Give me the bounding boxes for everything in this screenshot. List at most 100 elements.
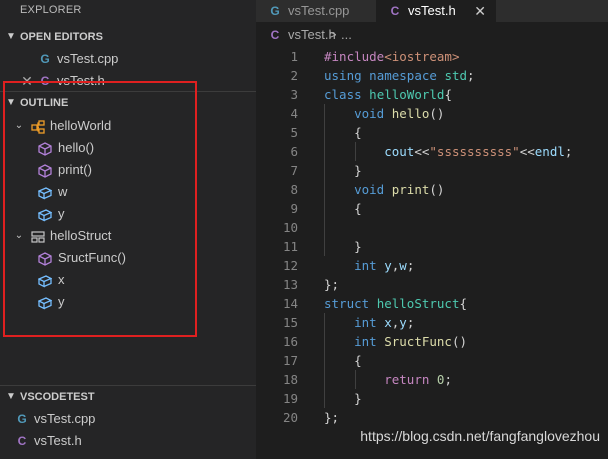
workspace-file-label: vsTest.cpp	[34, 411, 96, 426]
line-number: 13	[282, 277, 298, 292]
code-line[interactable]: void hello()	[324, 104, 444, 123]
code-line[interactable]: int x,y;	[324, 313, 414, 332]
method-icon	[38, 251, 52, 266]
line-number: 7	[290, 163, 298, 178]
outline-item-label: y	[58, 294, 65, 309]
code-line[interactable]: return 0;	[324, 370, 452, 389]
open-editor-item-vstest-cpp[interactable]: G vsTest.cpp	[0, 48, 256, 70]
breadcrumb-separator: >	[329, 27, 337, 42]
breadcrumb: C vsTest.h > ...	[256, 24, 608, 46]
close-icon[interactable]: ✕	[20, 74, 34, 88]
outline-item-y[interactable]: y	[0, 203, 256, 225]
editor-area: G vsTest.cpp C vsTest.h ✕ C vsTest.h > .…	[256, 0, 608, 459]
code-line[interactable]: class helloWorld{	[324, 85, 452, 104]
outline-item-label: hello()	[58, 140, 95, 155]
line-number: 9	[290, 201, 298, 216]
code-line[interactable]: };	[324, 275, 339, 294]
outline-item-label: helloStruct	[50, 228, 112, 243]
outline-header[interactable]: ▼ OUTLINE	[0, 92, 256, 114]
line-number: 4	[290, 106, 298, 121]
outline-item-hello[interactable]: hello()	[0, 137, 256, 159]
line-number: 17	[282, 353, 298, 368]
outline-item-label: x	[58, 272, 65, 287]
code-line[interactable]: {	[324, 199, 362, 218]
line-number: 11	[282, 239, 298, 254]
outline-item-label: y	[58, 206, 65, 221]
outline-item-print[interactable]: print()	[0, 159, 256, 181]
line-number: 2	[290, 68, 298, 83]
line-number: 10	[282, 220, 298, 235]
code-line[interactable]: {	[324, 351, 362, 370]
breadcrumb-symbol[interactable]: ...	[341, 24, 352, 46]
cpp-file-icon: G	[270, 4, 280, 18]
close-icon[interactable]: ✕	[474, 0, 486, 22]
line-number: 18	[282, 372, 298, 387]
code-line[interactable]: int y,w;	[324, 256, 414, 275]
chevron-down-icon: ▼	[6, 97, 16, 108]
outline-item-sructfunc[interactable]: SructFunc()	[0, 247, 256, 269]
outline-item-helloworld[interactable]: ⌄ helloWorld	[0, 115, 256, 137]
line-number: 6	[290, 144, 298, 159]
outline-item-label: w	[58, 184, 68, 199]
workspace-file-label: vsTest.h	[34, 433, 82, 448]
line-number: 1	[290, 49, 298, 64]
outline-item-label: helloWorld	[50, 118, 112, 133]
outline-item-x[interactable]: x	[0, 269, 256, 291]
chevron-down-icon[interactable]: ⌄	[13, 225, 25, 247]
code-line[interactable]: }	[324, 237, 362, 256]
line-number: 8	[290, 182, 298, 197]
code-line[interactable]: int SructFunc()	[324, 332, 467, 351]
outline-item-w[interactable]: w	[0, 181, 256, 203]
tab-label: vsTest.cpp	[288, 3, 350, 18]
line-number: 5	[290, 125, 298, 140]
code-line[interactable]: struct helloStruct{	[324, 294, 467, 313]
outline-item-y2[interactable]: y	[0, 291, 256, 313]
class-icon	[31, 119, 45, 134]
explorer-sidebar: EXPLORER ▼ OPEN EDITORS G vsTest.cpp ✕ C…	[0, 0, 256, 459]
open-editors-header[interactable]: ▼ OPEN EDITORS	[0, 26, 256, 48]
cpp-file-icon: G	[17, 412, 27, 426]
tab-bar: G vsTest.cpp C vsTest.h ✕	[256, 0, 608, 22]
field-icon	[37, 207, 53, 222]
method-icon	[38, 163, 52, 178]
cpp-file-icon: G	[40, 52, 50, 66]
struct-icon	[31, 229, 45, 243]
workspace-label: VSCODETEST	[20, 391, 95, 403]
c-header-file-icon: C	[270, 28, 280, 42]
chevron-down-icon[interactable]: ⌄	[13, 115, 25, 137]
outline-item-hellostruct[interactable]: ⌄ helloStruct	[0, 225, 256, 247]
field-icon	[37, 185, 53, 200]
open-editor-label: vsTest.h	[57, 73, 105, 88]
code-line[interactable]: }	[324, 389, 362, 408]
line-number: 19	[282, 391, 298, 406]
code-line[interactable]: void print()	[324, 180, 444, 199]
outline-label: OUTLINE	[20, 97, 69, 109]
workspace-file-vstest-h[interactable]: C vsTest.h	[0, 430, 256, 452]
field-icon	[37, 273, 53, 288]
c-header-file-icon: C	[390, 4, 400, 18]
code-line[interactable]: #include<iostream>	[324, 47, 459, 66]
workspace-header[interactable]: ▼ VSCODETEST	[0, 386, 256, 408]
open-editor-label: vsTest.cpp	[57, 51, 119, 66]
method-icon	[38, 141, 52, 156]
line-number: 16	[282, 334, 298, 349]
open-editor-item-vstest-h[interactable]: ✕ C vsTest.h	[0, 70, 256, 92]
workspace-file-vstest-cpp[interactable]: G vsTest.cpp	[0, 408, 256, 430]
outline-item-label: print()	[58, 162, 92, 177]
line-number: 12	[282, 258, 298, 273]
line-number: 15	[282, 315, 298, 330]
chevron-down-icon: ▼	[6, 31, 16, 42]
tab-label: vsTest.h	[408, 3, 456, 18]
tab-vstest-h[interactable]: C vsTest.h ✕	[376, 0, 496, 22]
code-line[interactable]: }	[324, 161, 362, 180]
chevron-down-icon: ▼	[6, 391, 16, 402]
code-line[interactable]: {	[324, 123, 362, 142]
code-line[interactable]: };	[324, 408, 339, 427]
outline-item-label: SructFunc()	[58, 250, 126, 265]
code-line[interactable]: using namespace std;	[324, 66, 475, 85]
explorer-title: EXPLORER	[20, 4, 82, 16]
line-number: 3	[290, 87, 298, 102]
code-line[interactable]: cout<<"ssssssssss"<<endl;	[324, 142, 572, 161]
tab-vstest-cpp[interactable]: G vsTest.cpp	[256, 0, 376, 22]
line-number: 14	[282, 296, 298, 311]
